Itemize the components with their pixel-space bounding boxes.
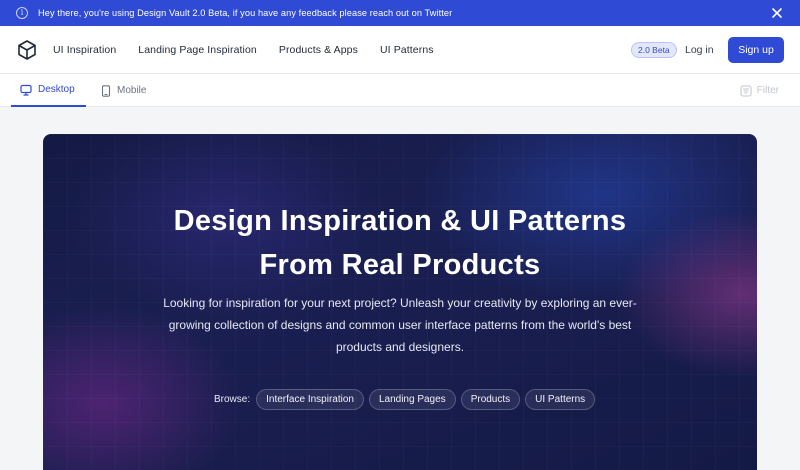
banner-message: Hey there, you're using Design Vault 2.0… — [38, 8, 453, 18]
filter-label: Filter — [756, 85, 779, 96]
signup-button[interactable]: Sign up — [728, 37, 784, 63]
device-tabs: Desktop Mobile Filter — [0, 74, 800, 107]
tab-desktop-label: Desktop — [38, 84, 75, 95]
monitor-icon — [20, 84, 32, 96]
hero-description: Looking for inspiration for your next pr… — [163, 296, 637, 354]
hero-section: Design Inspiration & UI Patterns From Re… — [43, 134, 757, 470]
login-link[interactable]: Log in — [685, 44, 714, 56]
cube-logo-icon[interactable] — [16, 39, 38, 61]
hero-title: Design Inspiration & UI Patterns From Re… — [43, 199, 757, 287]
chip-products[interactable]: Products — [460, 389, 521, 410]
hero-title-line2: From Real Products — [259, 249, 541, 281]
tab-mobile-label: Mobile — [117, 85, 147, 96]
chip-ui-patterns[interactable]: UI Patterns — [525, 389, 596, 410]
tab-desktop[interactable]: Desktop — [11, 74, 86, 107]
hero-title-line1: Design Inspiration & UI Patterns — [173, 205, 627, 237]
tab-mobile[interactable]: Mobile — [101, 74, 146, 107]
main-nav: UI Inspiration Landing Page Inspiration … — [53, 44, 456, 56]
phone-icon — [101, 84, 111, 97]
nav-products-apps[interactable]: Products & Apps — [279, 44, 358, 56]
info-icon: i — [16, 7, 28, 19]
filter-button[interactable]: Filter — [740, 74, 779, 107]
nav-landing-page-inspiration[interactable]: Landing Page Inspiration — [138, 44, 257, 56]
beta-badge: 2.0 Beta — [631, 42, 677, 58]
chip-interface-inspiration[interactable]: Interface Inspiration — [256, 389, 364, 410]
browse-label: Browse: — [214, 394, 251, 405]
browse-row: Browse: Interface Inspiration Landing Pa… — [214, 389, 600, 410]
close-icon[interactable] — [770, 6, 784, 20]
top-navbar: UI Inspiration Landing Page Inspiration … — [0, 26, 800, 74]
announcement-banner: i Hey there, you're using Design Vault 2… — [0, 0, 800, 26]
nav-ui-inspiration[interactable]: UI Inspiration — [53, 44, 116, 56]
nav-ui-patterns[interactable]: UI Patterns — [380, 44, 434, 56]
filter-icon — [740, 84, 752, 97]
chip-landing-pages[interactable]: Landing Pages — [368, 389, 456, 410]
